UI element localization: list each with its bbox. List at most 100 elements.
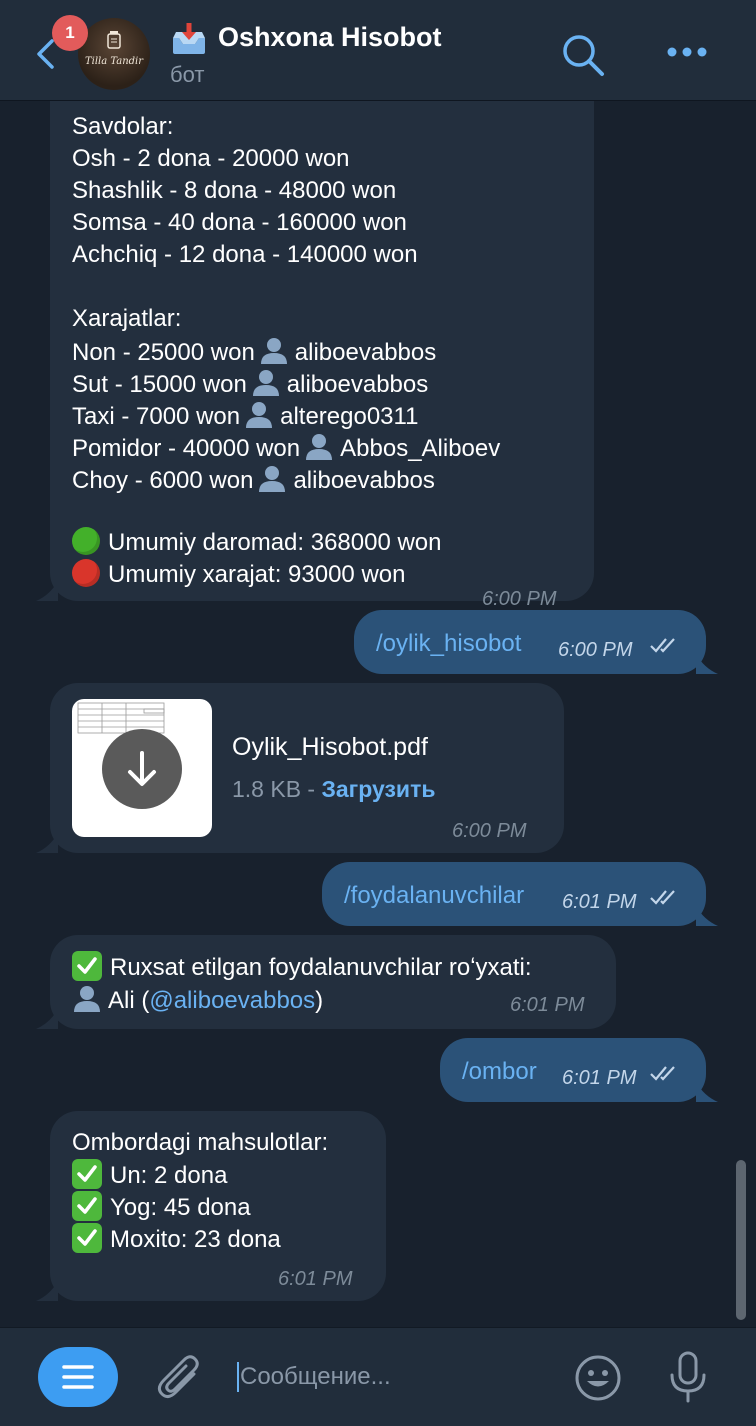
expense-user: aliboevabbos — [286, 371, 429, 398]
file-thumbnail[interactable] — [72, 699, 212, 837]
double-check-icon — [650, 890, 675, 905]
bubble-tail — [36, 1281, 58, 1301]
attach-icon[interactable] — [156, 1352, 202, 1402]
expense-row: Pomidor - 40000 won Abbos_Aliboev — [72, 431, 594, 463]
avatar[interactable]: Tilla Tandir — [78, 18, 150, 90]
double-check-icon — [650, 1066, 675, 1081]
message-time: 6:00 PM — [558, 639, 633, 661]
file-meta: 1.8 KB - Загрузить — [232, 773, 435, 805]
download-link[interactable]: Загрузить — [321, 776, 435, 802]
expense-user: Abbos_Aliboev — [340, 435, 501, 462]
report-line — [72, 271, 594, 303]
report-line: Shashlik - 8 dona - 48000 won — [72, 177, 397, 204]
bubble-tail — [36, 581, 58, 601]
expense-user: aliboevabbos — [293, 467, 435, 494]
message-time: 6:00 PM — [452, 820, 527, 842]
search-icon[interactable] — [560, 32, 606, 78]
red-circle-icon — [72, 559, 100, 587]
expense-item: Choy - 6000 won — [72, 467, 254, 494]
bubble-tail — [696, 906, 718, 926]
user-name-suffix: ) — [315, 987, 324, 1014]
message-command-oylik: /oylik_hisobot 6:00 PM — [354, 610, 706, 674]
message-time: 6:01 PM — [562, 1067, 637, 1089]
file-size: 1.8 KB - — [232, 776, 322, 802]
inbox-tray-icon — [173, 23, 205, 54]
expense-row: Taxi - 7000 won alterego0311 — [72, 399, 594, 431]
expense-row: Non - 25000 won aliboevabbos — [72, 335, 594, 367]
avatar-logo-text: Tilla Tandir — [84, 56, 144, 67]
chat-title[interactable]: Oshxona Hisobot — [218, 22, 442, 53]
user-icon — [260, 338, 287, 364]
user-icon — [252, 370, 279, 396]
menu-button[interactable] — [38, 1347, 118, 1407]
check-mark-icon — [72, 951, 102, 981]
expense-total-text: Umumiy xarajat: 93000 won — [108, 561, 406, 588]
message-users: Ruxsat etilgan foydalanuvchilar roʻyxati… — [50, 935, 616, 1029]
ombor-item-text: Un: 2 dona — [110, 1162, 228, 1189]
message-file: Oylik_Hisobot.pdf 1.8 KB - Загрузить 6:0… — [50, 683, 564, 853]
user-mention-link[interactable]: @aliboevabbos — [149, 987, 315, 1014]
double-check-icon — [650, 638, 675, 653]
user-icon — [259, 466, 286, 492]
expense-user: alterego0311 — [280, 403, 419, 430]
expense-item: Taxi - 7000 won — [72, 403, 241, 430]
ombor-item-text: Moxito: 23 dona — [110, 1226, 281, 1253]
message-time: 6:01 PM — [562, 891, 637, 913]
bubble-tail — [696, 654, 718, 674]
report-spacer — [72, 495, 594, 527]
message-input[interactable] — [240, 1360, 540, 1394]
logo-icon — [107, 31, 121, 49]
expense-row: Sut - 15000 won aliboevabbos — [72, 367, 594, 399]
expense-user: aliboevabbos — [294, 339, 437, 366]
command-text[interactable]: /oylik_hisobot — [376, 628, 521, 660]
expense-item: Pomidor - 40000 won — [72, 435, 301, 462]
report-line: Achchiq - 12 dona - 140000 won — [72, 241, 418, 268]
users-heading-row: Ruxsat etilgan foydalanuvchilar roʻyxati… — [72, 951, 616, 983]
download-icon — [128, 751, 156, 786]
ombor-item: Moxito: 23 dona — [72, 1223, 386, 1255]
text-caret — [237, 1362, 239, 1392]
user-icon — [246, 402, 273, 428]
unread-badge: 1 — [52, 15, 88, 51]
chat-history[interactable]: Savdolar: Osh - 2 dona - 20000 won Shash… — [0, 101, 756, 1327]
report-line: Somsa - 40 dona - 160000 won — [72, 209, 407, 236]
message-time: 6:01 PM — [510, 994, 585, 1016]
users-heading: Ruxsat etilgan foydalanuvchilar roʻyxati… — [110, 954, 532, 981]
command-text[interactable]: /ombor — [462, 1056, 537, 1088]
message-command-ombor: /ombor 6:01 PM — [440, 1038, 706, 1102]
message-command-foydalanuvchilar: /foydalanuvchilar 6:01 PM — [322, 862, 706, 926]
report-line: Savdolar: — [72, 113, 174, 140]
expense-row: Choy - 6000 won aliboevabbos — [72, 463, 594, 495]
user-icon — [74, 986, 100, 1012]
download-button[interactable] — [102, 729, 182, 809]
bubble-tail — [36, 1009, 58, 1029]
check-mark-icon — [72, 1159, 102, 1189]
expense-item: Non - 25000 won — [72, 339, 255, 366]
check-mark-icon — [72, 1223, 102, 1253]
microphone-icon[interactable] — [666, 1350, 710, 1404]
command-text[interactable]: /foydalanuvchilar — [344, 880, 524, 912]
emoji-icon[interactable] — [574, 1354, 622, 1402]
income-text: Umumiy daromad: 368000 won — [108, 529, 442, 556]
report-line: Xarajatlar: — [72, 305, 182, 332]
bubble-tail — [696, 1082, 718, 1102]
check-mark-icon — [72, 1191, 102, 1221]
message-composer — [0, 1327, 756, 1426]
user-name-prefix: Ali ( — [108, 987, 150, 1014]
income-row: Umumiy daromad: 368000 won — [72, 527, 594, 559]
user-icon — [306, 434, 333, 460]
message-time: 6:01 PM — [278, 1268, 353, 1290]
report-line: Osh - 2 dona - 20000 won — [72, 145, 350, 172]
ombor-heading: Ombordagi mahsulotlar: — [72, 1129, 329, 1156]
message-ombor: Ombordagi mahsulotlar: Un: 2 dona Yog: 4… — [50, 1111, 386, 1301]
ombor-item: Un: 2 dona — [72, 1159, 386, 1191]
scrollbar[interactable] — [736, 1160, 746, 1320]
file-name[interactable]: Oylik_Hisobot.pdf — [232, 731, 428, 763]
bubble-tail — [36, 833, 58, 853]
more-icon[interactable] — [666, 46, 708, 58]
menu-icon — [62, 1365, 94, 1389]
ombor-item-text: Yog: 45 dona — [110, 1194, 251, 1221]
ombor-item: Yog: 45 dona — [72, 1191, 386, 1223]
chat-subtitle: бот — [170, 62, 205, 87]
message-report: Savdolar: Osh - 2 dona - 20000 won Shash… — [50, 101, 594, 610]
